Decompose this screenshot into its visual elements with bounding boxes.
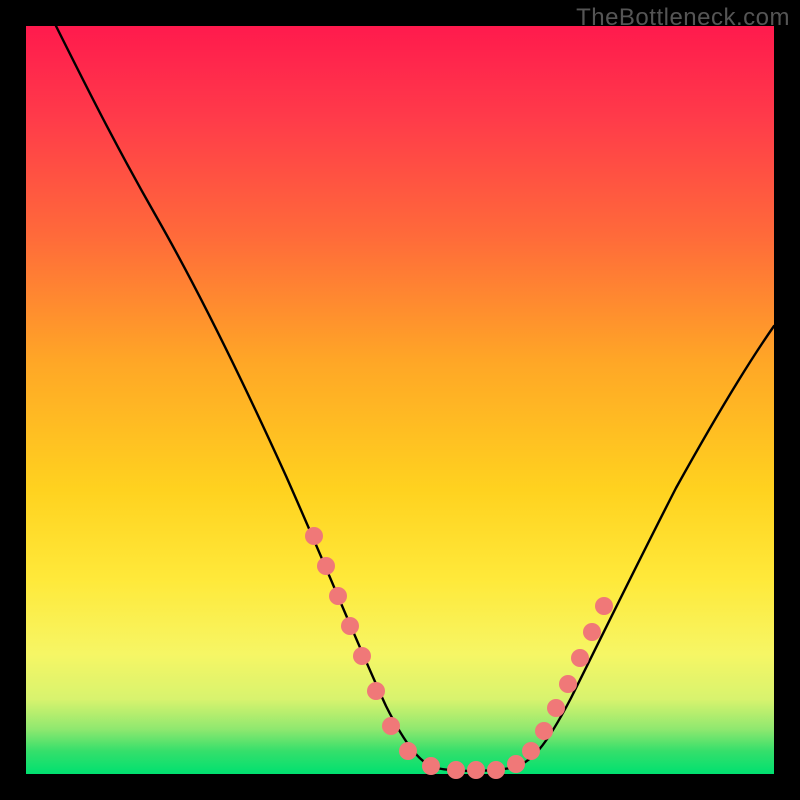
dot-l7 [382, 717, 400, 735]
dot-r8 [595, 597, 613, 615]
dot-l2 [317, 557, 335, 575]
plot-area [26, 26, 774, 774]
dot-l4 [341, 617, 359, 635]
dot-r4 [547, 699, 565, 717]
bottleneck-curve [56, 26, 774, 771]
dot-l9 [422, 757, 440, 775]
curve-layer [26, 26, 774, 774]
dot-t2 [467, 761, 485, 779]
dot-l5 [353, 647, 371, 665]
dots-right [507, 597, 613, 773]
dot-l6 [367, 682, 385, 700]
dot-l8 [399, 742, 417, 760]
dot-r7 [583, 623, 601, 641]
dot-r6 [571, 649, 589, 667]
dot-r5 [559, 675, 577, 693]
dot-r2 [522, 742, 540, 760]
dot-r3 [535, 722, 553, 740]
watermark-text: TheBottleneck.com [576, 4, 790, 32]
dot-t3 [487, 761, 505, 779]
dot-l3 [329, 587, 347, 605]
dot-t1 [447, 761, 465, 779]
dot-r1 [507, 755, 525, 773]
dots-trough [447, 761, 505, 779]
dot-l1 [305, 527, 323, 545]
chart-frame: TheBottleneck.com [0, 0, 800, 800]
dots-left [305, 527, 440, 775]
